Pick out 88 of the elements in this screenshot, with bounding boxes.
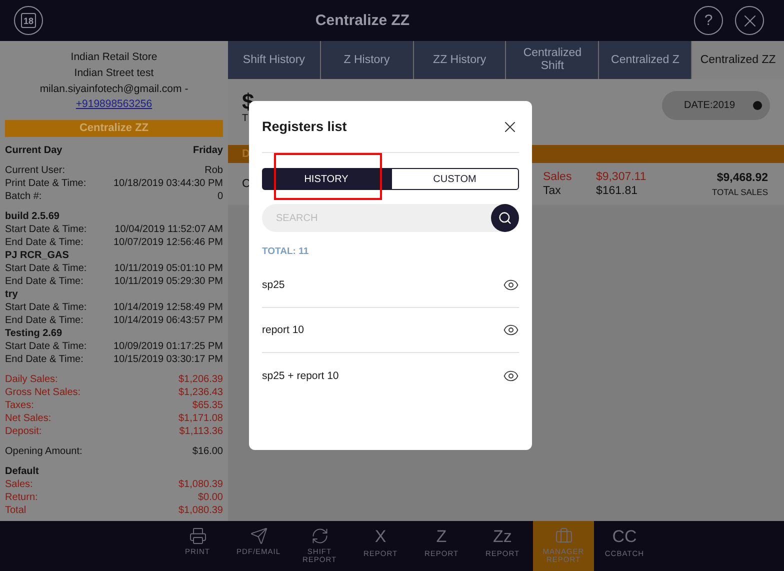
row-label: Start Date & Time: — [5, 301, 87, 314]
tax-label: Tax — [542, 185, 562, 197]
report-glyph: Zz — [493, 527, 512, 547]
report-glyph: Z — [436, 527, 447, 547]
report-tab[interactable]: Shift History — [228, 41, 320, 79]
register-name: report 10 — [262, 324, 304, 336]
report-tab[interactable]: Centralized ZZ — [692, 41, 784, 79]
store-info: milan.siyainfotech@gmail.com - — [38, 82, 190, 97]
row-label: End Date & Time: — [5, 314, 84, 327]
row-label: Start Date & Time: — [5, 223, 87, 236]
tax-value: $161.81 — [596, 185, 639, 197]
send-icon — [250, 527, 268, 545]
eye-icon[interactable] — [503, 277, 519, 293]
row-value: 10/11/2019 05:01:10 PM — [114, 262, 223, 275]
row-value: Rob — [204, 164, 223, 177]
register-name: sp25 — [262, 279, 285, 291]
row-label: Deposit: — [5, 425, 42, 438]
row-label: Taxes: — [5, 399, 34, 412]
row-label: Net Sales: — [5, 412, 52, 425]
calendar-button[interactable]: 18 — [14, 6, 43, 35]
row-label: Default — [5, 465, 39, 478]
row-label: Current User: — [5, 164, 66, 177]
row-label: Print Date & Time: — [5, 177, 86, 190]
row-label: Testing 2.69 — [5, 327, 62, 340]
row-label: End Date & Time: — [5, 236, 84, 249]
dialog-title: Registers list — [262, 119, 347, 134]
store-info: Indian Retail Store — [70, 50, 158, 65]
row-label: Daily Sales: — [5, 373, 58, 386]
row-value: Friday — [192, 144, 223, 157]
printer-icon — [188, 527, 206, 545]
window-title: Centralize ZZ — [314, 12, 411, 29]
row-value: 10/09/2019 01:17:25 PM — [113, 340, 223, 353]
row-value: 10/15/2019 03:30:17 PM — [113, 353, 223, 366]
report-banner: Centralize ZZ — [5, 120, 223, 137]
briefcase-icon — [554, 527, 572, 545]
store-info: Indian Street test — [73, 66, 155, 81]
row-value: $1,236.43 — [178, 386, 223, 399]
sales-label: Sales — [542, 171, 573, 183]
row-value: $16.00 — [192, 445, 223, 458]
report-tab[interactable]: Z History — [320, 41, 413, 79]
report-tab[interactable]: Centralized Shift — [506, 41, 598, 79]
row-value: $1,080.39 — [178, 478, 223, 491]
row-value: $1,171.08 — [178, 412, 223, 425]
row-value: $1,206.39 — [178, 373, 223, 386]
row-label: Sales: — [5, 478, 33, 491]
dropdown-icon — [753, 101, 762, 110]
total-count: TOTAL: 11 — [262, 246, 310, 257]
close-button[interactable] — [735, 6, 764, 35]
help-button[interactable]: ? — [694, 6, 723, 35]
row-value: 10/11/2019 05:29:30 PM — [114, 275, 223, 288]
row-value: 10/04/2019 11:52:07 AM — [114, 223, 223, 236]
report-tab[interactable]: Centralized Z — [599, 41, 692, 79]
row-label: Current Day — [5, 144, 62, 157]
eye-icon[interactable] — [503, 322, 519, 338]
row-value: $1,113.36 — [179, 425, 223, 438]
row-label: try — [5, 288, 18, 301]
row-label: Total — [5, 504, 26, 517]
row-label: Opening Amount: — [5, 445, 82, 458]
row-label: End Date & Time: — [5, 275, 84, 288]
phone-link[interactable]: +919898563256 — [5, 97, 223, 112]
row-value: 10/14/2019 12:58:49 PM — [113, 301, 223, 314]
refresh-icon — [310, 527, 328, 545]
register-name: sp25 + report 10 — [262, 370, 339, 382]
total-value: $9,468.92 — [716, 172, 768, 184]
total-label: TOTAL SALES — [712, 186, 768, 196]
row-label: Start Date & Time: — [5, 340, 87, 353]
row-value: $1,080.39 — [178, 504, 223, 517]
row-label: Return: — [5, 491, 38, 504]
row-label: Batch #: — [5, 190, 42, 203]
report-glyph: X — [374, 527, 386, 547]
sales-value: $9,307.11 — [596, 171, 648, 183]
row-label: Gross Net Sales: — [5, 386, 81, 399]
row-value: $65.35 — [192, 399, 223, 412]
row-value: 0 — [217, 190, 223, 203]
report-glyph: CC — [612, 527, 637, 547]
row-label: End Date & Time: — [5, 353, 84, 366]
segment-tab[interactable]: HISTORY — [262, 168, 390, 190]
row-label: PJ RCR_GAS — [5, 249, 69, 262]
row-label: build 2.5.69 — [5, 210, 60, 223]
row-value: $0.00 — [198, 491, 223, 504]
row-label: Start Date & Time: — [5, 262, 87, 275]
row-value: 10/18/2019 03:44:30 PM — [113, 177, 223, 190]
row-value: 10/07/2019 12:56:46 PM — [113, 236, 223, 249]
row-value: 10/14/2019 06:43:57 PM — [113, 314, 223, 327]
report-tab[interactable]: ZZ History — [414, 41, 506, 79]
subtitle-text: T — [242, 113, 250, 124]
date-dropdown[interactable]: DATE:2019 — [662, 91, 770, 120]
segment-tab[interactable]: CUSTOM — [390, 168, 519, 190]
